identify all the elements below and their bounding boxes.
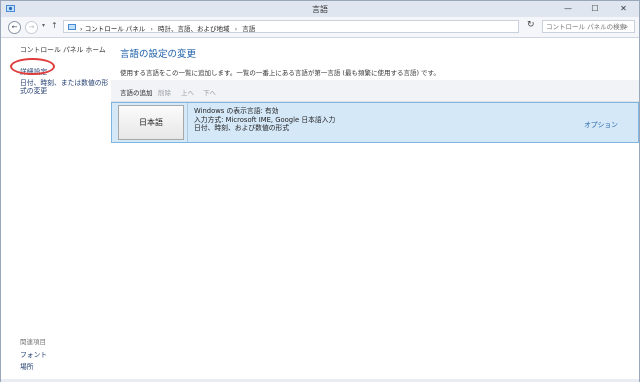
add-language-button[interactable]: 言語の追加 — [120, 87, 153, 97]
address-field[interactable]: › コントロール パネル › 時計、言語、および地域 › 言語 ▾ — [63, 20, 572, 33]
search-box[interactable]: ⌕ — [542, 20, 635, 33]
input-methods: 入力方式: Microsoft IME, Google 日本語入力 — [194, 115, 336, 124]
window-title: 言語 — [312, 5, 328, 14]
language-list-item[interactable]: 日本語 Windows の表示言語: 有効 入力方式: Microsoft IM… — [111, 102, 639, 143]
up-button[interactable]: ↑ — [51, 21, 58, 30]
breadcrumb-separator: › — [234, 25, 238, 33]
close-button[interactable]: ✕ — [608, 1, 639, 17]
refresh-button[interactable]: ↻ — [527, 20, 535, 30]
remove-button[interactable]: 削除 — [158, 87, 171, 97]
language-name-button[interactable]: 日本語 — [118, 105, 184, 140]
search-icon[interactable]: ⌕ — [624, 22, 628, 32]
title-bar: 言語 — ☐ ✕ — [1, 1, 639, 18]
breadcrumb-separator: › — [150, 25, 153, 33]
move-up-button[interactable]: 上へ — [181, 87, 194, 97]
annotation-circle — [10, 58, 55, 75]
language-details: Windows の表示言語: 有効 入力方式: Microsoft IME, G… — [194, 107, 335, 133]
language-toolbar: 言語の追加 削除 上へ 下へ — [111, 80, 639, 102]
page-description: 使用する言語をこの一覧に追加します。一覧の一番上にある言語が第一言語 (最も頻繁… — [120, 69, 440, 77]
divider — [187, 103, 188, 142]
forward-button[interactable]: → — [25, 21, 38, 34]
recent-locations-dropdown[interactable]: ▾ — [42, 22, 45, 29]
breadcrumb-language[interactable]: 言語 — [242, 25, 255, 33]
breadcrumb-separator: › — [80, 25, 83, 33]
date-time-format-line: 日付、時刻、および数値の形式 — [194, 124, 290, 132]
breadcrumb: › コントロール パネル › 時計、言語、および地域 › 言語 — [80, 23, 255, 33]
related-location-link[interactable]: 場所 — [20, 361, 34, 371]
page-title: 言語の設定の変更 — [120, 49, 197, 60]
sidebar-date-time-format[interactable]: 日付、時刻、または数値の形式の変更 — [20, 79, 110, 95]
main-panel: 言語の設定の変更 使用する言語をこの一覧に追加します。一覧の一番上にある言語が第… — [111, 38, 639, 379]
breadcrumb-control-panel[interactable]: コントロール パネル — [85, 25, 146, 33]
breadcrumb-clock-language-region[interactable]: 時計、言語、および地域 — [158, 25, 230, 33]
back-button[interactable]: ← — [8, 21, 21, 34]
content-area: コントロール パネル ホーム 詳細設定 日付、時刻、または数値の形式の変更 関連… — [1, 38, 639, 379]
minimize-button[interactable]: — — [554, 1, 582, 17]
language-window: 言語 — ☐ ✕ ← → ▾ ↑ › コントロール パネル › 時計、言語、およ… — [0, 0, 640, 382]
search-input[interactable] — [543, 21, 626, 32]
sidebar-control-panel-home[interactable]: コントロール パネル ホーム — [20, 46, 106, 54]
options-link[interactable]: オプション — [584, 119, 618, 129]
maximize-button[interactable]: ☐ — [581, 1, 609, 17]
control-panel-icon — [68, 24, 76, 30]
display-language-status: Windows の表示言語: 有効 — [194, 107, 279, 115]
sidebar: コントロール パネル ホーム 詳細設定 日付、時刻、または数値の形式の変更 関連… — [1, 38, 111, 379]
address-bar: ← → ▾ ↑ › コントロール パネル › 時計、言語、および地域 › 言語 … — [1, 17, 639, 38]
related-fonts-link[interactable]: フォント — [20, 349, 47, 359]
related-heading: 関連項目 — [20, 338, 46, 346]
move-down-button[interactable]: 下へ — [203, 87, 216, 97]
